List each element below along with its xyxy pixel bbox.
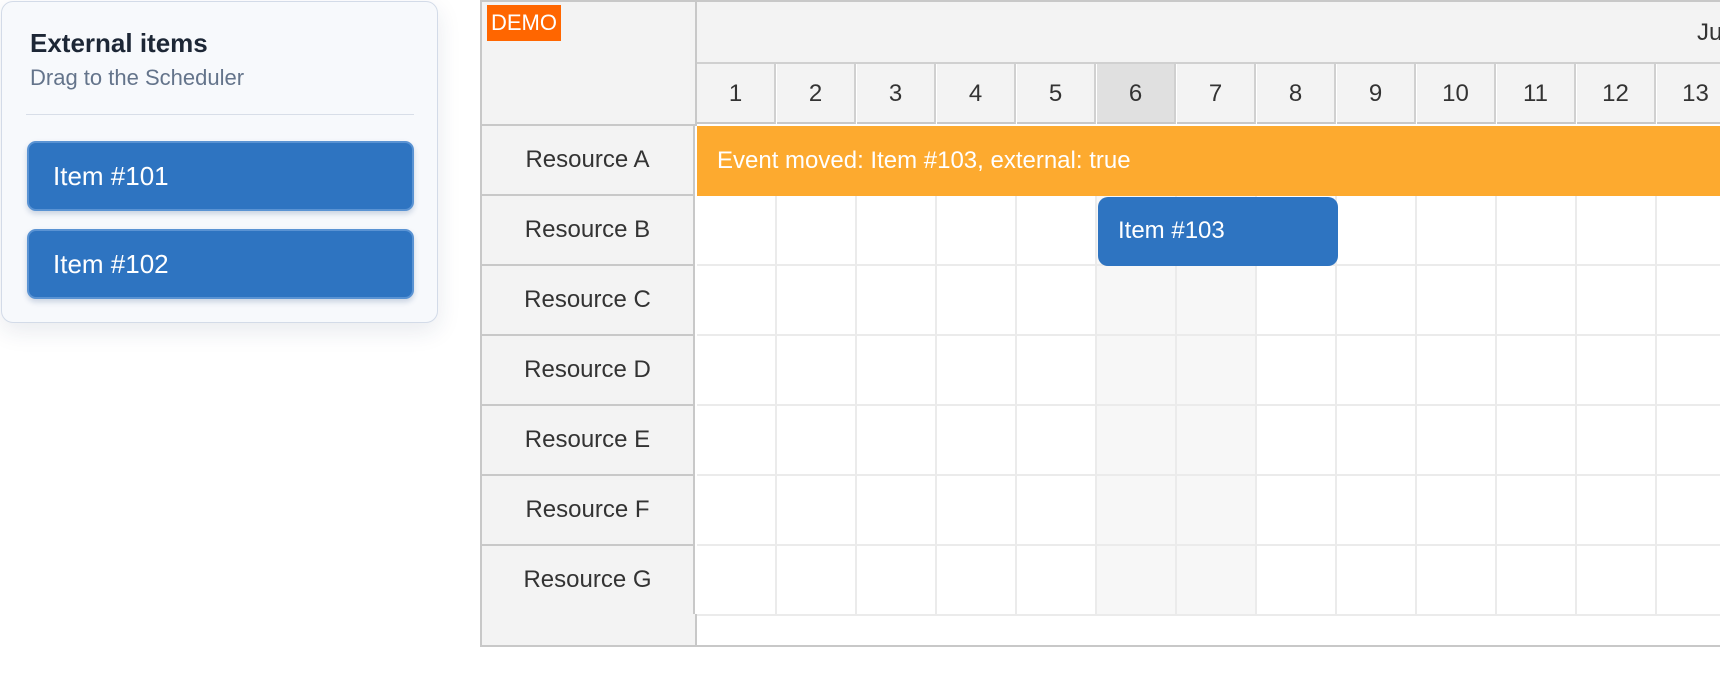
resource-g: Resource G: [482, 546, 695, 616]
day-header-11: 11: [1497, 64, 1576, 124]
resource-filler: [482, 614, 697, 645]
resource-b: Resource B: [482, 196, 695, 266]
day-header-8: 8: [1257, 64, 1336, 124]
resource-d: Resource D: [482, 336, 695, 406]
external-items-panel: External items Drag to the Scheduler Ite…: [1, 1, 438, 323]
external-items-subtitle: Drag to the Scheduler: [30, 65, 245, 90]
event-item-103[interactable]: Item #103: [1098, 197, 1338, 266]
grid-row: [697, 406, 1720, 476]
resource-a: Resource A: [482, 126, 695, 196]
external-items-title: External items: [30, 28, 208, 58]
resource-e: Resource E: [482, 406, 695, 476]
resource-f: Resource F: [482, 476, 695, 546]
day-header-7: 7: [1177, 64, 1256, 124]
day-header-4: 4: [937, 64, 1016, 124]
grid-row: [697, 546, 1720, 616]
day-header-2: 2: [777, 64, 856, 124]
grid-row: [697, 336, 1720, 406]
day-header-5: 5: [1017, 64, 1096, 124]
external-item-102[interactable]: Item #102: [27, 229, 414, 299]
scheduler: DEMO Jun 1 2 3 4 5 6 7 8 9 10 11 12 13 R…: [480, 0, 1720, 647]
event-moved-message: Event moved: Item #103, external: true: [697, 126, 1720, 196]
resource-c: Resource C: [482, 266, 695, 336]
external-item-101[interactable]: Item #101: [27, 141, 414, 211]
day-header-13: 13: [1657, 64, 1720, 124]
grid-row: [697, 266, 1720, 336]
day-header-10: 10: [1417, 64, 1496, 124]
day-header-1: 1: [697, 64, 776, 124]
grid-row: [697, 476, 1720, 546]
day-header-9: 9: [1337, 64, 1416, 124]
day-header-12: 12: [1577, 64, 1656, 124]
scheduler-corner: DEMO: [482, 2, 697, 126]
panel-divider: [26, 114, 414, 115]
month-header: Jun: [697, 2, 1720, 64]
month-label: Jun: [1697, 19, 1720, 46]
demo-badge: DEMO: [487, 5, 561, 41]
day-header-3: 3: [857, 64, 936, 124]
day-header-6: 6: [1097, 64, 1176, 124]
